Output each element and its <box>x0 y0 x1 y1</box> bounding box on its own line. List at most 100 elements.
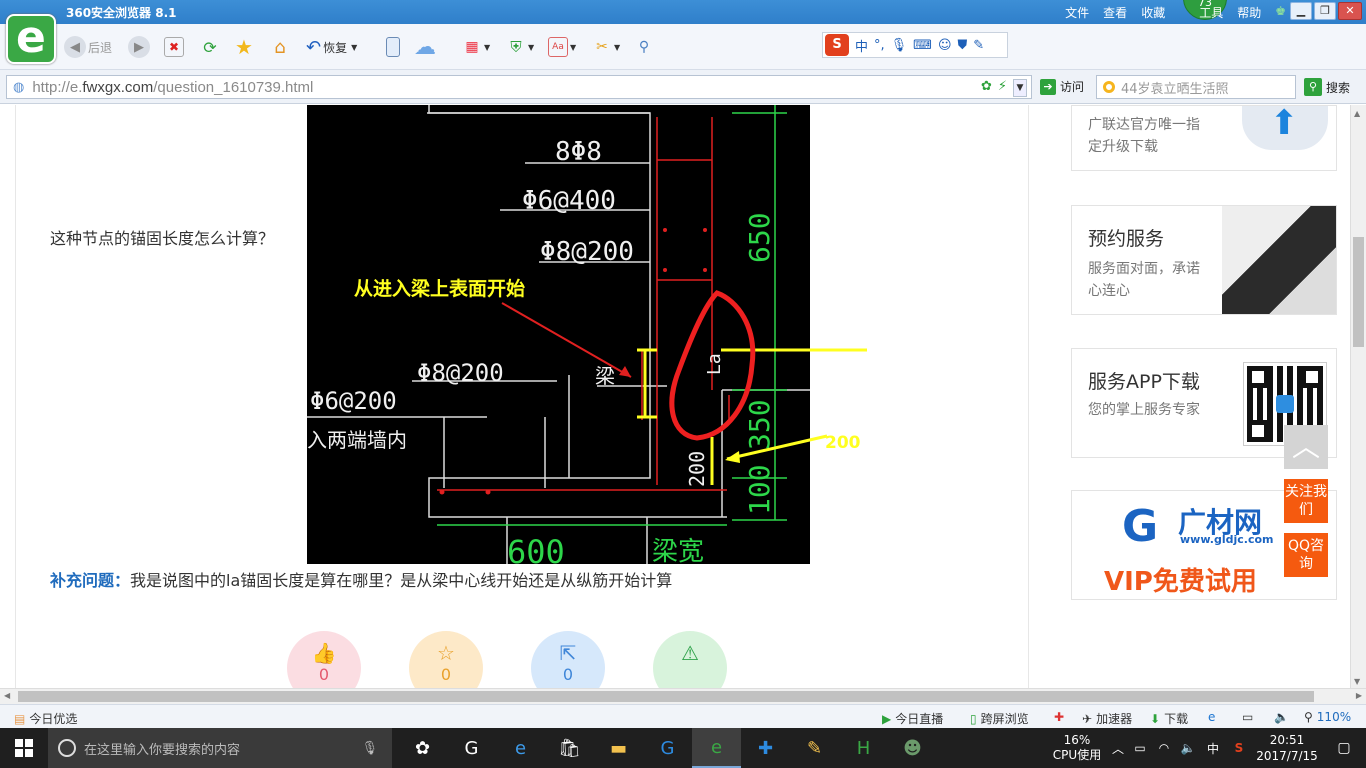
ime-lang-icon[interactable]: 中 <box>855 36 868 55</box>
keyboard-icon[interactable]: ⌨ <box>913 38 932 53</box>
sogou-icon[interactable]: S <box>825 34 849 56</box>
home-icon[interactable]: ⌂ <box>270 37 290 58</box>
360-browser-icon[interactable]: e <box>692 728 741 768</box>
like-button[interactable]: 👍 0 <box>287 631 361 688</box>
favorite-button[interactable]: ☆ 0 <box>409 631 483 688</box>
speed-mode-icon[interactable]: ⚡ <box>998 79 1007 97</box>
horizontal-scrollbar[interactable]: ◀ ▶ <box>0 688 1366 704</box>
restore-label: 恢复 <box>323 40 348 55</box>
vertical-scroll-thumb[interactable] <box>1353 237 1364 347</box>
screenshot-icon[interactable]: ✂ <box>592 37 612 57</box>
download[interactable]: ⬇ 下载 <box>1150 710 1188 727</box>
app-download-text: 您的掌上服务专家 <box>1088 402 1200 418</box>
visit-button[interactable]: ➔ 访问 <box>1040 78 1084 95</box>
task-view-icon[interactable]: ✿ <box>398 728 447 768</box>
browser-window: 360安全浏览器 8.1 73 文件 查看 收藏 工具 帮助 ♚ ▁ ❐ ✕ ◀… <box>0 0 1366 768</box>
speaker-icon[interactable]: 🔈 <box>1176 741 1200 755</box>
back-to-top-button[interactable]: ︿ <box>1284 425 1328 469</box>
cpu-usage[interactable]: 16% CPU使用 <box>1046 733 1108 763</box>
health-icon[interactable]: ✚ <box>1054 710 1064 724</box>
restore-button[interactable]: ↶ 恢复 ▼ <box>306 36 357 58</box>
cad-drawing-image[interactable]: 8Φ8 Φ6@400 Φ8@200 Φ8@200 Φ6@200 入两端墙内 梁 … <box>307 105 867 571</box>
input-method-indicator[interactable]: 中 <box>1200 740 1226 757</box>
h-app-icon[interactable]: H <box>839 728 888 768</box>
menu-favorites[interactable]: 收藏 <box>1141 4 1165 21</box>
search-engine-icon[interactable] <box>1103 81 1115 93</box>
windows-start-button[interactable] <box>0 728 48 768</box>
browser-logo-icon[interactable] <box>6 12 56 64</box>
report-button[interactable]: ⚠ <box>653 631 727 688</box>
microphone-icon[interactable]: 🎙 <box>361 741 378 756</box>
today-live[interactable]: ▶ 今日直播 <box>882 710 943 727</box>
wrench-icon[interactable]: ✎ <box>973 38 984 53</box>
notification-center-icon[interactable]: ▢ <box>1322 740 1366 756</box>
zoom-search-icon[interactable]: ⚲ <box>634 37 654 57</box>
tray-expand-icon[interactable]: ︿ <box>1108 740 1128 757</box>
taskbar: 在这里输入你要搜索的内容 🎙 ✿ G e 🛍 ▬ G e ✚ ✎ H ☻ 16%… <box>0 728 1366 768</box>
qq-consult-button[interactable]: QQ咨询 <box>1284 533 1328 577</box>
mobile-icon[interactable] <box>386 37 400 57</box>
minimize-button[interactable]: ▁ <box>1290 2 1312 20</box>
favorite-star-icon[interactable]: ★ <box>234 35 254 59</box>
menu-help[interactable]: 帮助 <box>1237 4 1261 21</box>
zoom-control[interactable]: ⚲ 110% <box>1304 710 1351 724</box>
vertical-scrollbar[interactable]: ▲ ▼ <box>1350 105 1366 688</box>
volume-icon[interactable]: 🔈 <box>1274 710 1289 724</box>
browser-g-icon[interactable]: G <box>643 728 692 768</box>
follow-us-button[interactable]: 关注我们 <box>1284 479 1328 523</box>
store-icon[interactable]: 🛍 <box>545 728 594 768</box>
wifi-icon[interactable]: ◠ <box>1152 741 1176 755</box>
maximize-button[interactable]: ❐ <box>1314 2 1336 20</box>
search-button[interactable]: ⚲ 搜索 <box>1304 78 1350 96</box>
question-text: 这种节点的锚固长度怎么计算？ <box>50 229 275 248</box>
url-text[interactable]: http://e.fwxgx.com/question_1610739.html <box>32 79 313 96</box>
back-button[interactable]: ◀ 后退 <box>64 36 112 58</box>
upgrade-card[interactable]: 广联达官方唯一指定升级下载 ⬆ <box>1071 105 1337 171</box>
notes-app-icon[interactable]: ✎ <box>790 728 839 768</box>
warning-icon: ⚠ <box>681 641 699 665</box>
share-button[interactable]: ⇱ 0 <box>531 631 605 688</box>
search-input[interactable]: 44岁袁立晒生活照 <box>1096 75 1296 99</box>
cross-screen[interactable]: ▯ 跨屏浏览 <box>970 710 1029 727</box>
close-button[interactable]: ✕ <box>1338 2 1362 20</box>
cpu-label: CPU使用 <box>1052 748 1102 762</box>
battery-icon[interactable]: ▭ <box>1128 741 1152 755</box>
address-bar[interactable]: ◍ http://e.fwxgx.com/question_1610739.ht… <box>6 75 1032 99</box>
ime-punct-icon[interactable]: °, <box>874 38 885 53</box>
skin-icon[interactable]: ♚ <box>1275 4 1286 21</box>
globe-icon: ◍ <box>13 79 25 95</box>
taskbar-search-input[interactable]: 在这里输入你要搜索的内容 🎙 <box>48 728 392 768</box>
plus-app-icon[interactable]: ✚ <box>741 728 790 768</box>
compat-mode-icon[interactable]: ✿ <box>981 79 992 97</box>
file-explorer-icon[interactable]: ▬ <box>594 728 643 768</box>
stop-icon[interactable]: ✖ <box>164 37 184 57</box>
ie-icon[interactable]: e <box>1208 710 1215 724</box>
cloud-icon[interactable]: ☁ <box>414 35 436 60</box>
menu-view[interactable]: 查看 <box>1103 4 1127 21</box>
user-icon[interactable]: ☺ <box>938 38 952 53</box>
clock[interactable]: 20:51 2017/7/15 <box>1252 732 1322 764</box>
horizontal-scroll-thumb[interactable] <box>18 691 1314 702</box>
window-icon[interactable]: ▭ <box>1242 710 1253 724</box>
appointment-card[interactable]: 预约服务 服务面对面，承诺心连心 <box>1071 205 1337 315</box>
forward-arrow-icon[interactable]: ▶ <box>128 36 150 58</box>
apps-grid-icon[interactable]: ▦ <box>462 37 482 57</box>
microphone-icon[interactable]: 🎙 <box>891 38 908 53</box>
app-download-title: 服务APP下载 <box>1088 371 1200 393</box>
today-picks[interactable]: ▤ 今日优选 <box>14 710 77 727</box>
shirt-icon[interactable]: ⛊ <box>958 38 968 53</box>
cortana-icon <box>58 739 76 757</box>
address-dropdown-icon[interactable]: ▼ <box>1013 79 1027 97</box>
menu-tools[interactable]: 工具 <box>1199 4 1223 21</box>
avatar-app-icon[interactable]: ☻ <box>888 728 937 768</box>
translate-icon[interactable]: Aa <box>548 37 568 57</box>
shield-icon[interactable]: ⛨ <box>506 37 526 57</box>
app-switch-icon[interactable]: G <box>447 728 496 768</box>
favorite-count: 0 <box>440 665 452 684</box>
sogou-tray-icon[interactable]: S <box>1226 741 1252 755</box>
refresh-icon[interactable]: ⟳ <box>200 37 220 57</box>
edge-icon[interactable]: e <box>496 728 545 768</box>
menu-file[interactable]: 文件 <box>1065 4 1089 21</box>
window-title: 360安全浏览器 8.1 <box>66 6 177 20</box>
accelerator[interactable]: ✈ 加速器 <box>1082 710 1132 727</box>
